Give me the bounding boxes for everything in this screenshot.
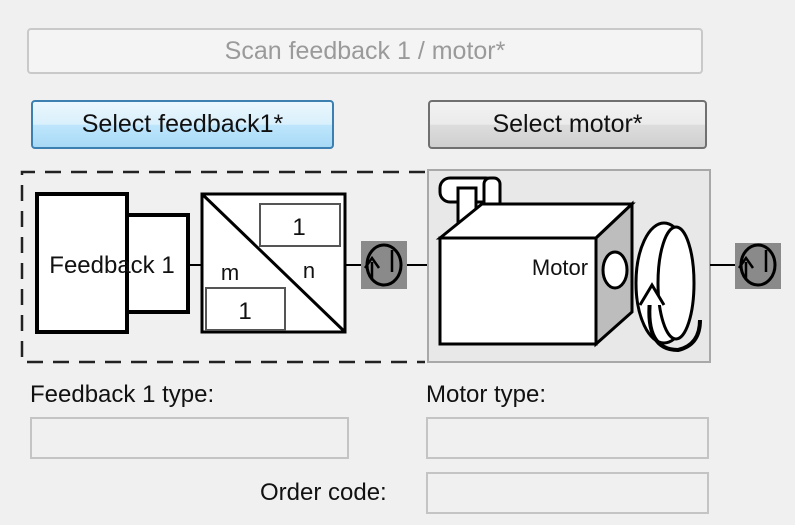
order-code-field[interactable] bbox=[426, 472, 709, 514]
gear-m-label: m bbox=[221, 260, 239, 285]
order-code-label: Order code: bbox=[260, 479, 387, 506]
feedback-encoder-icon[interactable]: Feedback 1 bbox=[35, 192, 190, 334]
feedback-type-field[interactable] bbox=[30, 417, 349, 459]
feedback-type-label: Feedback 1 type: bbox=[30, 381, 215, 408]
motor-type-label: Motor type: bbox=[426, 381, 547, 408]
feedback-block-label: Feedback 1 bbox=[49, 252, 174, 279]
output-rotation-icon bbox=[735, 243, 781, 289]
gear-numerator-value: 1 bbox=[292, 214, 305, 241]
gear-denominator-value: 1 bbox=[238, 298, 251, 325]
motor-icon[interactable]: Motor bbox=[427, 169, 711, 363]
gear-ratio-block: 1 1 m n bbox=[200, 192, 347, 334]
rotation-coupling-icon bbox=[361, 241, 407, 289]
gear-n-label: n bbox=[303, 258, 315, 283]
motor-type-field[interactable] bbox=[426, 417, 709, 459]
motor-block-label: Motor bbox=[532, 255, 588, 280]
